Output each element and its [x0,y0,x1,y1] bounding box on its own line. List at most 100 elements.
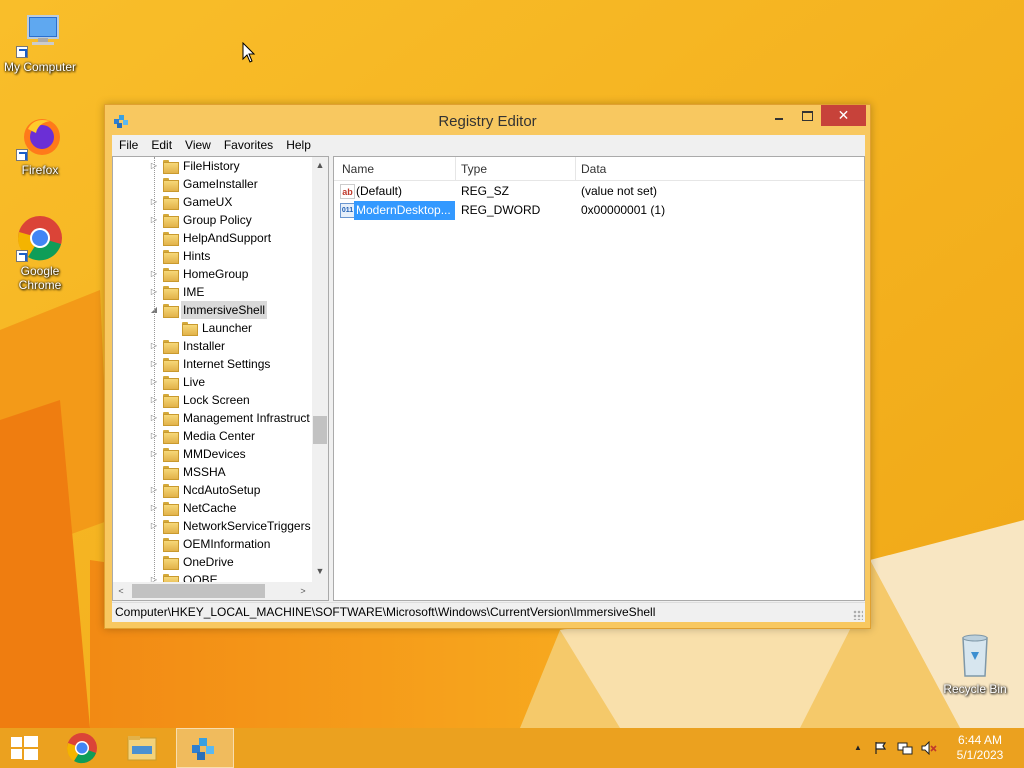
desktop-icon-my-computer[interactable]: My Computer [0,10,80,74]
menu-file[interactable]: File [112,135,144,156]
tree-item[interactable]: Hints [113,247,312,265]
taskbar-file-explorer[interactable] [118,728,166,768]
tree-item[interactable]: ▷ Management Infrastruct [113,409,312,427]
tree-item[interactable]: ▷ Installer [113,337,312,355]
column-header-type[interactable]: Type [461,162,487,176]
tree-item[interactable]: ▷ Internet Settings [113,355,312,373]
tree-item[interactable]: ▷ Group Policy [113,211,312,229]
action-center-flag-icon[interactable] [873,741,889,755]
tree-item[interactable]: HelpAndSupport [113,229,312,247]
tree-item[interactable]: ▷ FileHistory [113,157,312,175]
desktop-icon-google-chrome[interactable]: Google Chrome [0,214,80,292]
title-bar[interactable]: Registry Editor ✕ [105,105,870,136]
tree-item[interactable]: ▷ IME [113,283,312,301]
tree-vscroll-thumb[interactable] [313,416,327,444]
tree-item[interactable]: ◢ ImmersiveShell [113,301,312,319]
scroll-down-arrow-icon[interactable]: ▼ [312,563,328,580]
tree-item[interactable]: Launcher [113,319,312,337]
tree-item-label: Lock Screen [183,393,250,407]
tree-item-label: HelpAndSupport [183,231,272,245]
folder-icon [163,484,179,498]
tree-item[interactable]: OneDrive [113,553,312,571]
folder-icon [127,736,157,761]
folder-icon [163,430,179,444]
value-data: 0x00000001 (1) [581,203,666,217]
system-tray: ▲ [845,728,955,768]
folder-icon [163,196,179,210]
tree-item[interactable]: ▷ NetCache [113,499,312,517]
close-icon: ✕ [837,107,850,123]
desktop-icon-label: Google Chrome [18,264,62,292]
tree-item[interactable]: ▷ Media Center [113,427,312,445]
maximize-button[interactable] [793,105,820,126]
client-area: ▷ FileHistory GameInstaller ▷ GameUX ▷ Group P… [112,156,865,621]
tree-item[interactable]: ▷ NetworkServiceTriggers [113,517,312,535]
value-name: (Default) [356,184,403,198]
minimize-button[interactable] [765,105,792,126]
tree-item[interactable]: ▷ GameUX [113,193,312,211]
desktop-icon-label: Recycle Bin [943,682,1007,696]
folder-icon [163,466,179,480]
menu-help[interactable]: Help [279,135,317,156]
scroll-left-arrow-icon[interactable]: < [113,582,129,600]
tree-item[interactable]: ▷ NcdAutoSetup [113,481,312,499]
status-bar: Computer\HKEY_LOCAL_MACHINE\SOFTWARE\Mic… [112,602,865,622]
menu-favorites[interactable]: Favorites [217,135,279,156]
window-title: Registry Editor [438,113,537,130]
tree-item[interactable]: OEMInformation [113,535,312,553]
clock-date: 5/1/2023 [956,748,1004,762]
scroll-up-arrow-icon[interactable]: ▲ [312,157,328,174]
tree-item-label: MMDevices [183,447,246,461]
volume-muted-icon[interactable] [921,740,937,756]
network-icon[interactable] [897,741,913,755]
start-button[interactable] [0,728,48,768]
list-row[interactable]: 011 ModernDesktop... REG_DWORD 0x0000000… [334,201,864,220]
tree-item[interactable]: ▷ Lock Screen [113,391,312,409]
folder-icon [163,520,179,534]
folder-icon [163,268,179,282]
scrollbar-corner [312,582,328,600]
tree-vertical-scrollbar[interactable]: ▲ ▼ [312,157,328,582]
tree-item[interactable]: ▷ HomeGroup [113,265,312,283]
folder-icon [163,556,179,570]
column-header-data[interactable]: Data [581,162,606,176]
desktop-icon-recycle-bin[interactable]: Recycle Bin [935,632,1015,696]
clock[interactable]: 6:44 AM 5/1/2023 [948,733,1012,763]
status-path: Computer\HKEY_LOCAL_MACHINE\SOFTWARE\Mic… [115,605,656,619]
menu-edit[interactable]: Edit [144,135,178,156]
tree-item-label: NetCache [183,501,237,515]
taskbar-registry-editor[interactable] [176,728,234,768]
tree-item[interactable]: MSSHA [113,463,312,481]
tree-horizontal-scrollbar[interactable]: < > [113,582,312,600]
menu-view[interactable]: View [178,135,217,156]
desktop-icon-label: Firefox [21,163,59,177]
key-tree[interactable]: ▷ FileHistory GameInstaller ▷ GameUX ▷ Group P… [112,156,329,601]
tree-item[interactable]: ▷ MMDevices [113,445,312,463]
taskbar-chrome[interactable] [58,728,106,768]
chrome-icon [16,214,64,262]
folder-icon [163,232,179,246]
tree-item-label: FileHistory [183,159,240,173]
tree-item-label: Internet Settings [183,357,271,371]
tree-item-label: Media Center [183,429,256,443]
tree-hscroll-thumb[interactable] [132,584,265,598]
folder-icon [163,358,179,372]
desktop-icon-firefox[interactable]: Firefox [0,113,80,177]
tree-item[interactable]: ▷ Live [113,373,312,391]
regedit-icon [192,738,214,760]
list-row[interactable]: ab (Default) REG_SZ (value not set) [334,182,864,201]
values-list[interactable]: Name Type Data ab (Default) REG_SZ (valu… [333,156,865,601]
menu-bar: File Edit View Favorites Help [112,135,865,156]
tree-item[interactable]: GameInstaller [113,175,312,193]
column-header-name[interactable]: Name [342,162,374,176]
folder-icon [163,412,179,426]
close-button[interactable]: ✕ [821,105,866,126]
desktop-icon-label: My Computer [3,60,77,74]
value-name: ModernDesktop... [354,201,455,220]
scroll-right-arrow-icon[interactable]: > [295,582,311,600]
tree-item-label: Launcher [202,321,253,335]
tree-item-label: HomeGroup [183,267,249,281]
show-hidden-icons-chevron-icon[interactable]: ▲ [850,741,866,755]
tree-item-label: MSSHA [183,465,226,479]
resize-grip-icon[interactable] [853,610,863,620]
